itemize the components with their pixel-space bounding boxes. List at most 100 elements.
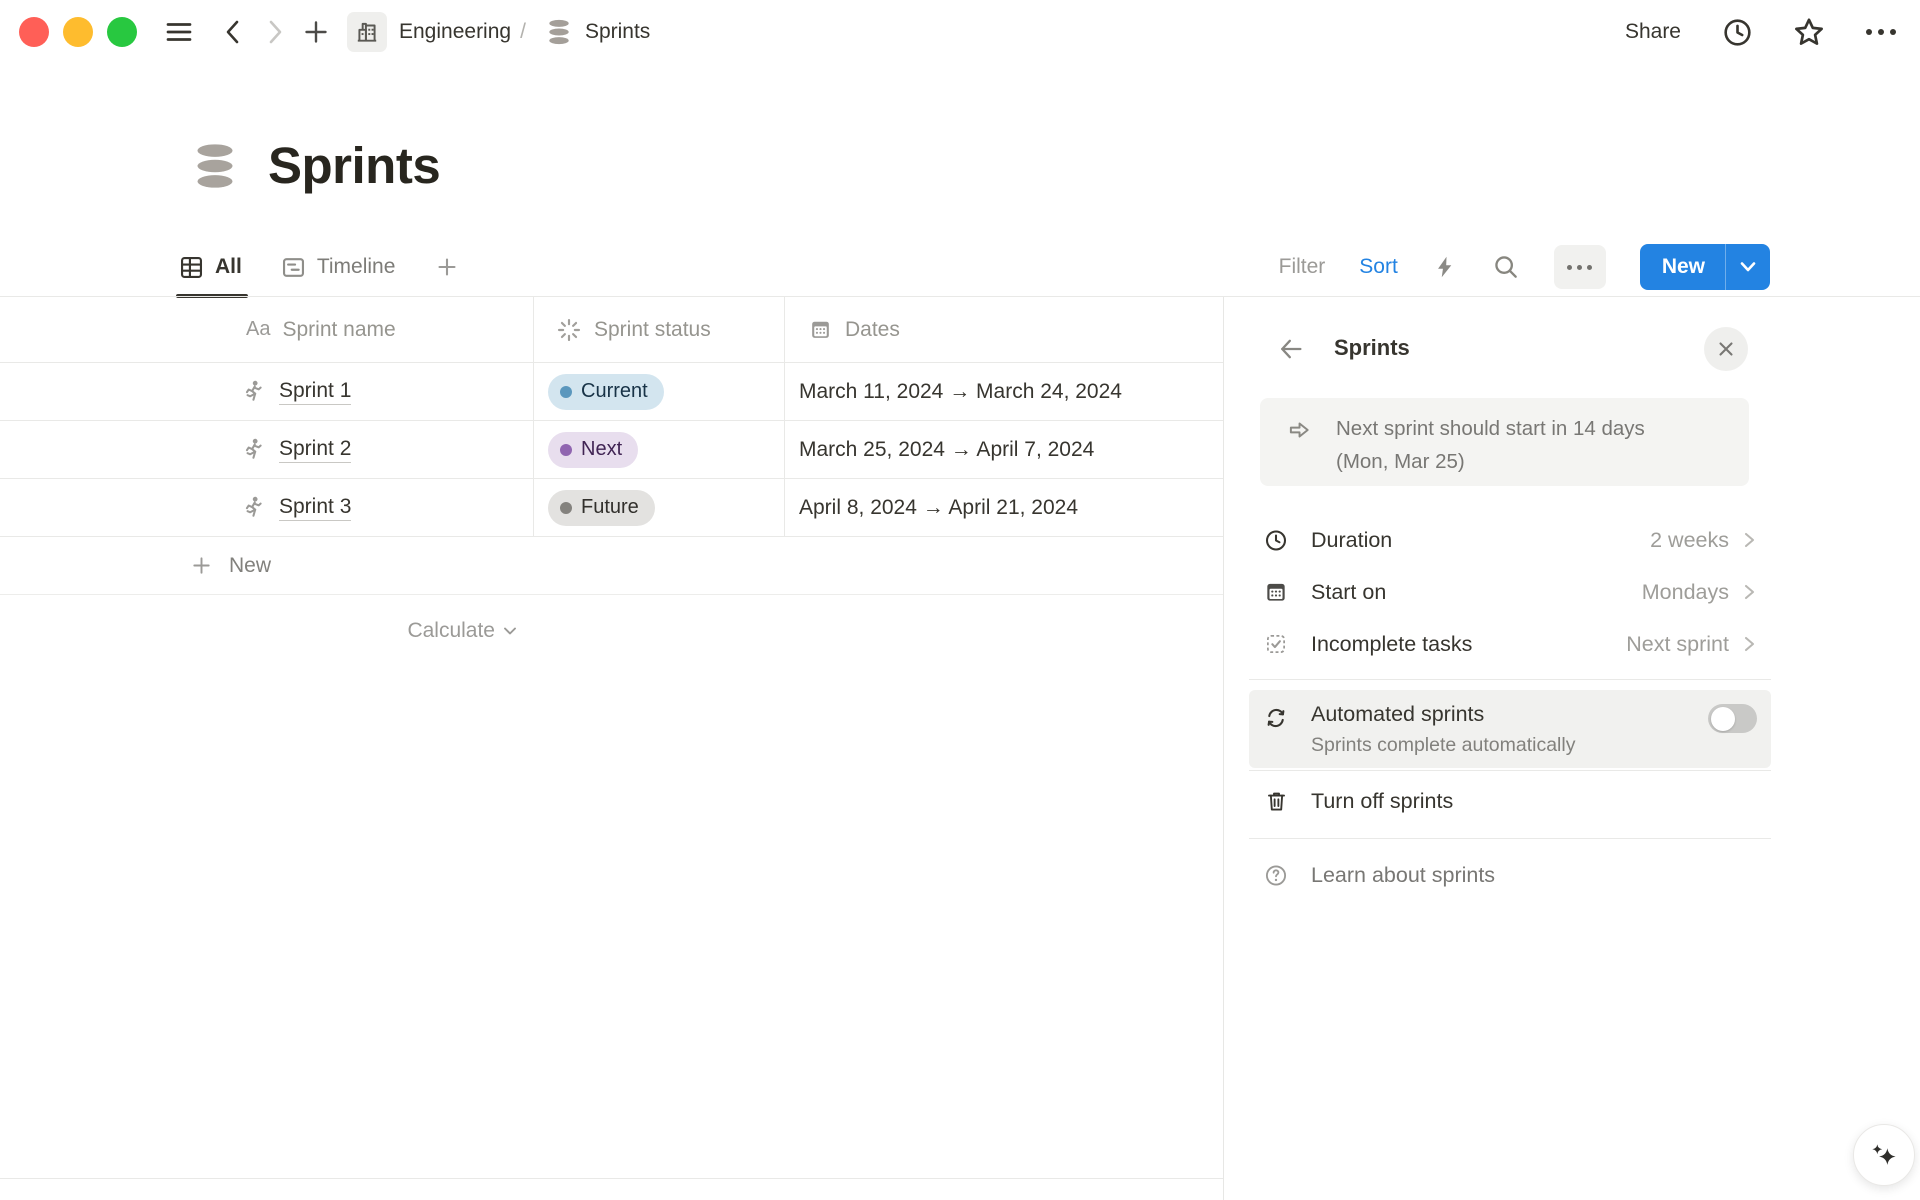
runner-icon	[240, 436, 266, 463]
automated-sprints-toggle[interactable]	[1708, 704, 1757, 733]
minimize-window-button[interactable]	[63, 17, 93, 47]
learn-about-sprints-link[interactable]: Learn about sprints	[1249, 849, 1771, 901]
search-icon[interactable]	[1492, 253, 1520, 281]
forward-icon[interactable]	[263, 19, 287, 45]
page-database-icon[interactable]	[190, 140, 240, 192]
turn-off-sprints-button[interactable]: Turn off sprints	[1249, 775, 1771, 827]
new-page-icon[interactable]	[303, 19, 329, 45]
new-row-button[interactable]: New	[0, 537, 1223, 595]
table-header-row: Aa Sprint name Sprint status Dates	[0, 297, 1223, 363]
new-button[interactable]: New	[1640, 255, 1725, 279]
favorite-star-icon[interactable]	[1792, 15, 1826, 49]
view-options-icon[interactable]	[1554, 245, 1606, 289]
table-row[interactable]: Sprint 3 Future April 8, 2024 → April 21…	[0, 479, 1223, 537]
zoom-window-button[interactable]	[107, 17, 137, 47]
calendar-icon	[1263, 579, 1289, 605]
table-row[interactable]: Sprint 2 Next March 25, 2024 → April 7, …	[0, 421, 1223, 479]
notion-ai-button[interactable]	[1853, 1124, 1915, 1186]
breadcrumb-workspace[interactable]: Engineering	[399, 20, 511, 44]
sprint-page-link[interactable]: Sprint 1	[279, 379, 351, 405]
view-toolbar: All Timeline Filter Sort New	[178, 238, 1770, 296]
duration-setting-row[interactable]: Duration 2 weeks	[1249, 514, 1771, 566]
automations-bolt-icon[interactable]	[1432, 253, 1458, 281]
status-badge: Future	[548, 490, 655, 526]
back-arrow-icon[interactable]	[1276, 335, 1306, 363]
column-header-dates[interactable]: Dates	[808, 297, 900, 362]
runner-icon	[240, 378, 266, 405]
status-dot-icon	[560, 444, 572, 456]
status-badge: Next	[548, 432, 638, 468]
close-window-button[interactable]	[19, 17, 49, 47]
column-header-sprint-name[interactable]: Aa Sprint name	[246, 297, 396, 362]
sprint-status-cell[interactable]: Current	[548, 363, 664, 420]
timeline-view-icon	[280, 254, 307, 281]
start-on-setting-row[interactable]: Start on Mondays	[1249, 566, 1771, 618]
runner-icon	[240, 494, 266, 521]
status-badge: Current	[548, 374, 664, 410]
back-icon[interactable]	[221, 19, 245, 45]
view-tabs: All Timeline	[178, 238, 497, 296]
tab-all[interactable]: All	[178, 238, 242, 296]
text-property-icon: Aa	[246, 318, 270, 341]
close-icon[interactable]	[1704, 327, 1748, 371]
database-icon	[545, 18, 573, 46]
notice-line2: (Mon, Mar 25)	[1336, 445, 1645, 478]
workspace-icon[interactable]	[347, 12, 387, 52]
sprint-status-cell[interactable]: Future	[548, 479, 655, 536]
share-button[interactable]: Share	[1625, 20, 1681, 44]
add-view-icon[interactable]	[435, 238, 459, 296]
help-question-icon	[1263, 862, 1289, 889]
sprint-name-cell[interactable]: Sprint 3	[240, 479, 351, 536]
chevron-right-icon	[1739, 580, 1759, 604]
repeat-icon	[1263, 705, 1289, 731]
notice-line1: Next sprint should start in 14 days	[1336, 412, 1645, 445]
sort-button[interactable]: Sort	[1359, 255, 1398, 279]
arrow-right-icon	[1284, 417, 1314, 486]
breadcrumb-page[interactable]: Sprints	[585, 20, 650, 44]
sprint-page-link[interactable]: Sprint 3	[279, 495, 351, 521]
history-clock-icon[interactable]	[1721, 16, 1754, 49]
dates-cell[interactable]: April 8, 2024 → April 21, 2024	[799, 479, 1078, 536]
sprint-name-cell[interactable]: Sprint 1	[240, 363, 351, 420]
automated-sprints-row[interactable]: Automated sprints Sprints complete autom…	[1249, 690, 1771, 768]
sprint-name-cell[interactable]: Sprint 2	[240, 421, 351, 478]
status-dot-icon	[560, 386, 572, 398]
page-title[interactable]: Sprints	[268, 136, 440, 195]
clock-icon	[1263, 527, 1289, 554]
window-titlebar: Engineering / Sprints Share	[0, 0, 1920, 64]
panel-header: Sprints	[1224, 327, 1920, 371]
breadcrumb-separator: /	[520, 20, 526, 44]
more-options-icon[interactable]	[1864, 26, 1898, 38]
chevron-down-icon	[501, 624, 519, 638]
window-controls	[19, 17, 137, 47]
table-view-icon	[178, 254, 205, 281]
new-dropdown-chevron-icon[interactable]	[1726, 261, 1770, 273]
table-row[interactable]: Sprint 1 Current March 11, 2024 → March …	[0, 363, 1223, 421]
sparkles-icon	[1865, 1136, 1903, 1174]
chevron-right-icon	[1739, 528, 1759, 552]
status-dot-icon	[560, 502, 572, 514]
sprints-settings-panel: Sprints Next sprint should start in 14 d…	[1223, 297, 1920, 1200]
incomplete-tasks-setting-row[interactable]: Incomplete tasks Next sprint	[1249, 618, 1771, 670]
spinner-icon	[556, 317, 582, 343]
checkbox-icon	[1263, 631, 1289, 657]
trash-icon	[1263, 788, 1289, 814]
tab-timeline[interactable]: Timeline	[280, 238, 396, 296]
tab-timeline-label: Timeline	[317, 255, 396, 279]
calculate-button[interactable]: Calculate	[0, 596, 533, 666]
automated-sprints-label: Automated sprints	[1311, 702, 1575, 727]
calendar-icon	[808, 317, 833, 342]
sprint-page-link[interactable]: Sprint 2	[279, 437, 351, 463]
page-title-block: Sprints	[190, 136, 440, 195]
dates-cell[interactable]: March 11, 2024 → March 24, 2024	[799, 363, 1122, 420]
dates-cell[interactable]: March 25, 2024 → April 7, 2024	[799, 421, 1094, 478]
automated-sprints-subtitle: Sprints complete automatically	[1311, 734, 1575, 757]
next-sprint-notice: Next sprint should start in 14 days (Mon…	[1260, 398, 1749, 486]
plus-icon	[190, 554, 213, 577]
column-header-sprint-status[interactable]: Sprint status	[556, 297, 711, 362]
sidebar-menu-icon[interactable]	[165, 20, 193, 44]
panel-title: Sprints	[1334, 335, 1410, 361]
filter-button[interactable]: Filter	[1279, 255, 1326, 279]
content-bottom-divider	[0, 1178, 1223, 1179]
sprint-status-cell[interactable]: Next	[548, 421, 638, 478]
